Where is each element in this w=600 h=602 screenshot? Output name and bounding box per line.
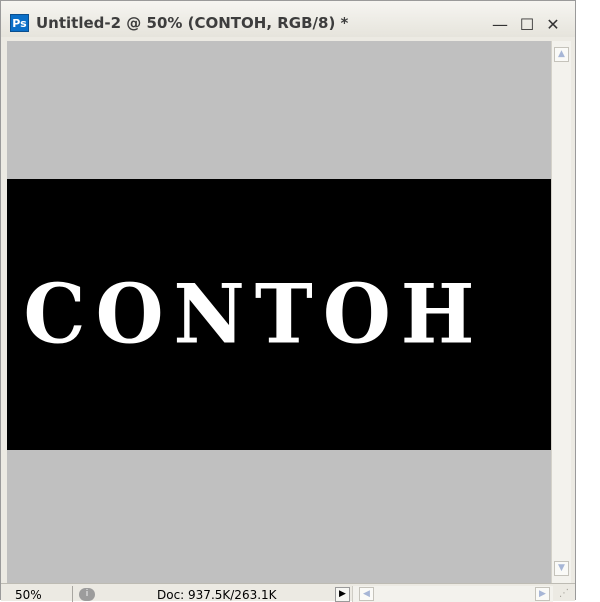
photoshop-icon: Ps [10, 14, 29, 32]
window-title: Untitled-2 @ 50% (CONTOH, RGB/8) * [36, 14, 349, 32]
maximize-button[interactable]: ☐ [517, 15, 537, 35]
title-bar[interactable]: Ps Untitled-2 @ 50% (CONTOH, RGB/8) * — … [1, 1, 575, 37]
document-window: Ps Untitled-2 @ 50% (CONTOH, RGB/8) * — … [0, 0, 576, 602]
document-artwork[interactable]: CONTOH [7, 179, 551, 450]
status-info-icon[interactable]: i [79, 588, 95, 601]
artwork-text: CONTOH [23, 266, 485, 363]
scroll-right-button[interactable]: ▶ [535, 587, 550, 601]
close-button[interactable]: ✕ [543, 15, 563, 35]
status-bar: 50% i Doc: 937.5K/263.1K ▶ ◀ ▶ ⋰ [1, 583, 575, 602]
scroll-down-button[interactable]: ▼ [554, 561, 569, 576]
scroll-left-button[interactable]: ◀ [359, 587, 374, 601]
vertical-scrollbar[interactable]: ▲ ▼ [551, 41, 571, 583]
canvas-area[interactable]: CONTOH [7, 41, 551, 583]
minimize-button[interactable]: — [490, 15, 510, 35]
scroll-up-button[interactable]: ▲ [554, 47, 569, 62]
